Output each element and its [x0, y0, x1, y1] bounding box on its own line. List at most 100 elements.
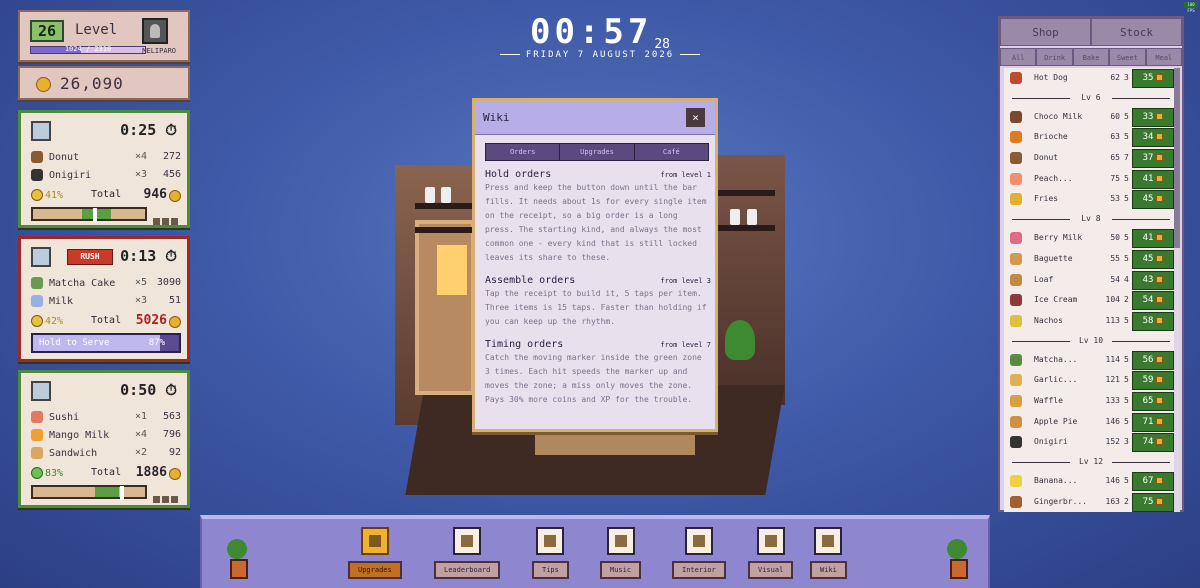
order-item: Milk ×3 51: [31, 295, 181, 307]
shop-item: Hot Dog 62 3 35: [1004, 68, 1178, 89]
buy-button[interactable]: 74: [1132, 433, 1174, 453]
tab-upgrades[interactable]: Upgrades: [560, 144, 635, 160]
buy-button[interactable]: 75: [1132, 492, 1174, 512]
order-card-3[interactable]: 0:50 ⏱ Sushi ×1 563 Mango Milk ×4 796 Sandwi…: [18, 370, 190, 508]
buy-button[interactable]: 56: [1132, 350, 1174, 370]
level-header: Lv 6: [1004, 89, 1178, 107]
customer-icon: [31, 121, 51, 141]
buy-button[interactable]: 54: [1132, 291, 1174, 311]
item-price: 152: [1105, 437, 1120, 447]
shop-item: Donut 65 7 37: [1004, 148, 1178, 169]
item-price: 146: [1105, 416, 1120, 426]
potted-plant-icon: [224, 539, 250, 579]
category-tab-sweet[interactable]: Sweet: [1109, 48, 1146, 66]
item-stock: 5: [1124, 173, 1129, 183]
category-tab-bake[interactable]: Bake: [1072, 48, 1110, 66]
item-stock: 7: [1124, 153, 1129, 163]
wiki-content[interactable]: Hold orders from level 1 Press and keep th…: [485, 169, 711, 421]
buy-button[interactable]: 35: [1132, 69, 1174, 88]
buy-button[interactable]: 67: [1132, 472, 1174, 491]
mood-face-icon: [31, 189, 43, 201]
tab-orders[interactable]: Orders: [486, 144, 561, 160]
food-icon: [1010, 110, 1022, 123]
category-tab-meal[interactable]: Meal: [1145, 48, 1183, 66]
buy-button[interactable]: 59: [1132, 371, 1174, 391]
tab-stock[interactable]: Stock: [1091, 18, 1182, 46]
order-timer: 0:50 ⏱: [120, 381, 177, 399]
customer-icon: [31, 381, 51, 401]
item-stock: 3: [1124, 437, 1129, 447]
tab-cafe[interactable]: Café: [634, 144, 708, 160]
shop-item-list[interactable]: Hot Dog 62 3 35 Lv 6 Choco Milk 60 5 33 Brioche 63…: [1004, 68, 1178, 512]
item-price: 50: [1110, 233, 1120, 243]
toolbar-interior-button[interactable]: Interior: [672, 527, 726, 579]
order-card-1[interactable]: 0:25 ⏱ Donut ×4 272 Onigiri ×3 456 41% Total 9…: [18, 110, 190, 228]
buy-button[interactable]: 65: [1132, 391, 1174, 411]
food-icon: [1010, 252, 1022, 265]
shelf: [715, 190, 775, 196]
food-icon: [1010, 353, 1022, 366]
attempt-dots: [151, 210, 179, 225]
wiki-title: Wiki: [483, 111, 510, 124]
food-icon: [1010, 131, 1022, 144]
timing-bar[interactable]: [31, 207, 147, 222]
shelf: [415, 203, 475, 209]
order-item: Onigiri ×3 456: [31, 169, 181, 181]
scrollbar[interactable]: [1174, 68, 1180, 512]
timing-marker: [120, 486, 125, 500]
toolbar-label: Wiki: [810, 561, 847, 579]
timing-bar[interactable]: [31, 485, 147, 500]
coin-icon: [1156, 112, 1164, 120]
buy-button[interactable]: 41: [1132, 169, 1174, 189]
toolbar-label: Visual: [748, 561, 794, 579]
milk-icon: [31, 295, 43, 307]
buy-button[interactable]: 33: [1132, 107, 1174, 127]
order-item: Mango Milk ×4 796: [31, 429, 181, 441]
wiki-header: Wiki ×: [475, 101, 715, 135]
coin-icon: [1156, 376, 1164, 384]
visual-icon: [756, 527, 785, 555]
wiki-section: Hold orders from level 1 Press and keep th…: [485, 169, 711, 262]
level-header: Lv 8: [1004, 210, 1178, 228]
toolbar-upgrades-button[interactable]: Upgrades: [348, 527, 402, 579]
buy-button[interactable]: 71: [1132, 412, 1174, 432]
toolbar-music-button[interactable]: Music: [600, 527, 642, 579]
attempt-dots: [151, 488, 179, 503]
order-footer: 41% Total 946: [31, 187, 181, 202]
toolbar-wiki-button[interactable]: Wiki: [810, 527, 847, 579]
category-tab-all[interactable]: All: [1000, 48, 1037, 66]
buy-button[interactable]: 45: [1132, 190, 1174, 210]
order-card-2[interactable]: RUSH 0:13 ⏱ Matcha Cake ×5 3090 Milk ×3 51 4…: [18, 236, 190, 362]
avatar[interactable]: [142, 18, 168, 44]
toolbar-leaderboard-button[interactable]: Leaderboard: [434, 527, 501, 579]
item-stock: 5: [1124, 354, 1129, 364]
shop-item: Gingerbr... 163 2 75: [1004, 492, 1178, 512]
jar: [441, 187, 451, 203]
order-item: Sushi ×1 563: [31, 411, 181, 423]
sandwich-icon: [31, 447, 43, 459]
category-tab-drink[interactable]: Drink: [1036, 48, 1073, 66]
coin-icon: [1156, 234, 1164, 242]
food-icon: [1010, 394, 1022, 407]
mango-milk-icon: [31, 429, 43, 441]
wiki-section: Assemble orders from level 3 Tap the recei…: [485, 275, 711, 326]
tips-icon: [536, 527, 565, 555]
coin-icon: [1156, 396, 1164, 404]
level-header: Lv 12: [1004, 453, 1178, 471]
buy-button[interactable]: 37: [1132, 149, 1174, 169]
buy-button[interactable]: 43: [1132, 270, 1174, 290]
buy-button[interactable]: 41: [1132, 229, 1174, 249]
hold-to-serve-button[interactable]: Hold to Serve 87%: [31, 333, 181, 353]
toolbar-visual-button[interactable]: Visual: [748, 527, 794, 579]
close-button[interactable]: ×: [686, 108, 705, 127]
buy-button[interactable]: 45: [1132, 249, 1174, 269]
toolbar-tips-button[interactable]: Tips: [532, 527, 569, 579]
timing-green-zone: [94, 487, 120, 497]
buy-button[interactable]: 58: [1132, 311, 1174, 331]
item-price: 163: [1105, 496, 1120, 506]
shop-item: Choco Milk 60 5 33: [1004, 107, 1178, 128]
tab-shop[interactable]: Shop: [1000, 18, 1091, 46]
coin-icon: [36, 77, 51, 92]
item-name: Banana...: [1034, 476, 1078, 485]
buy-button[interactable]: 34: [1132, 128, 1174, 148]
